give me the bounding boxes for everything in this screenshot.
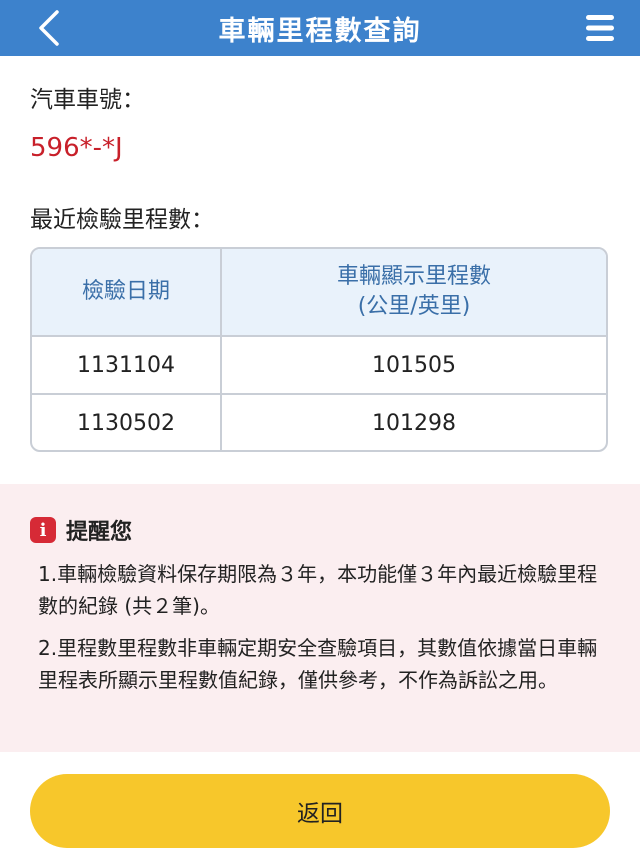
column-header-odometer-line1: 車輛顯示里程數 xyxy=(336,264,491,289)
menu-button[interactable] xyxy=(580,10,620,46)
top-app-bar: 車輛里程數查詢 xyxy=(0,0,640,56)
column-header-odometer: 車輛顯示里程數 (公里/英里) xyxy=(222,249,606,335)
column-header-odometer-line2: (公里/英里) xyxy=(357,294,471,319)
cell-odometer: 101505 xyxy=(372,352,456,378)
cell-odometer: 101298 xyxy=(372,411,456,436)
notice-panel: i 提醒您 1.車輛檢驗資料保存期限為３年，本功能僅３年內最近檢驗里程數的紀錄 … xyxy=(0,484,640,752)
cell-date: 1130502 xyxy=(32,395,222,450)
cell-date: 1131104 xyxy=(32,337,222,393)
return-button[interactable]: 返回 xyxy=(30,774,610,848)
notice-header: i 提醒您 xyxy=(30,514,132,546)
column-header-date: 檢驗日期 xyxy=(32,249,222,335)
notice-title: 提醒您 xyxy=(66,520,133,545)
notice-item: 2.里程數里程數非車輛定期安全查驗項目，其數值依據當日車輛里程表所顯示里程數值紀… xyxy=(38,636,598,692)
back-button[interactable] xyxy=(30,8,70,48)
table-row: 1131104 101505 xyxy=(32,337,606,395)
info-icon: i xyxy=(30,517,56,543)
plate-number: 596*-*J xyxy=(30,133,123,163)
mileage-table: 檢驗日期 車輛顯示里程數 (公里/英里) 1131104 101505 1130… xyxy=(30,247,608,452)
table-header-row: 檢驗日期 車輛顯示里程數 (公里/英里) xyxy=(32,249,606,337)
chevron-left-icon xyxy=(39,10,59,46)
page-title: 車輛里程數查詢 xyxy=(218,15,422,47)
hamburger-menu-icon xyxy=(586,15,614,41)
plate-label: 汽車車號： xyxy=(30,87,145,113)
mileage-section-label: 最近檢驗里程數： xyxy=(30,207,214,233)
notice-item: 1.車輛檢驗資料保存期限為３年，本功能僅３年內最近檢驗里程數的紀錄 (共２筆)。 xyxy=(38,562,598,618)
table-row: 1130502 101298 xyxy=(32,395,606,450)
